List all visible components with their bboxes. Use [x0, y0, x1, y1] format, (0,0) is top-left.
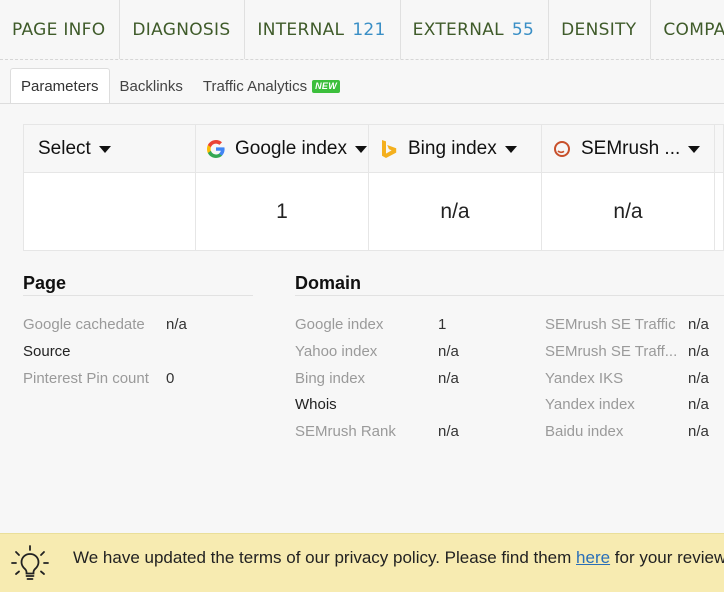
row-label: Yandex IKS: [545, 370, 624, 387]
row-value: 0: [166, 370, 175, 387]
row-label: Yandex index: [545, 396, 635, 413]
subtab-bar: Parameters Backlinks Traffic Analytics N…: [10, 68, 350, 104]
row-label: SEMrush SE Traff...: [545, 343, 678, 360]
tab-label: COMPARE URL: [663, 20, 724, 40]
privacy-text-before: We have updated the terms of our privacy…: [73, 548, 577, 567]
row-value: n/a: [688, 423, 709, 440]
page-section-title: Page: [23, 273, 67, 293]
row-label: Baidu index: [545, 423, 624, 440]
select-value: [24, 173, 196, 250]
tab-internal[interactable]: INTERNAL 121: [245, 0, 401, 59]
google-index-dropdown[interactable]: Google index: [196, 125, 369, 173]
privacy-text-after: for your review: [610, 548, 724, 567]
semrush-icon: [552, 139, 572, 159]
metrics-table: Select Google index Bing index SEMrush .…: [23, 124, 724, 251]
subtab-backlinks[interactable]: Backlinks: [110, 68, 193, 104]
subtab-parameters[interactable]: Parameters: [10, 68, 110, 104]
row-label: Google index: [295, 316, 384, 333]
top-navigation: PAGE INFO DIAGNOSIS INTERNAL 121 EXTERNA…: [0, 0, 724, 60]
tab-page-info[interactable]: PAGE INFO: [0, 0, 121, 59]
bing-index-dropdown[interactable]: Bing index: [369, 125, 542, 173]
tab-compare-url[interactable]: COMPARE URL: [651, 0, 724, 59]
privacy-policy-link[interactable]: here: [576, 548, 610, 567]
google-index-label: Google index: [235, 138, 347, 159]
page-section-divider: [23, 295, 253, 296]
tab-label: DIAGNOSIS: [132, 20, 231, 40]
lightbulb-icon: [10, 544, 50, 584]
semrush-label: SEMrush ...: [581, 138, 681, 159]
tab-diagnosis[interactable]: DIAGNOSIS: [120, 0, 246, 59]
bing-index-label: Bing index: [408, 138, 497, 159]
privacy-notice-text: We have updated the terms of our privacy…: [73, 548, 724, 568]
bing-index-value: n/a: [369, 173, 542, 250]
row-label: Yahoo index: [295, 343, 378, 360]
google-icon: [206, 139, 226, 159]
bing-icon: [379, 139, 399, 159]
privacy-notice-bar: We have updated the terms of our privacy…: [0, 533, 724, 592]
caret-down-icon: [504, 145, 517, 153]
tab-label: INTERNAL: [257, 20, 345, 40]
tab-external[interactable]: EXTERNAL 55: [401, 0, 550, 59]
row-label: SEMrush Rank: [295, 423, 396, 440]
row-value: n/a: [688, 396, 709, 413]
row-value: 1: [438, 316, 447, 333]
tab-density[interactable]: DENSITY: [549, 0, 652, 59]
row-label: Whois: [295, 396, 337, 413]
row-label: SEMrush SE Traffic: [545, 316, 676, 333]
caret-down-icon: [354, 145, 367, 153]
google-index-value: 1: [196, 173, 369, 250]
subtab-label: Traffic Analytics: [202, 77, 308, 95]
row-value: n/a: [438, 370, 459, 387]
metrics-header-row: Select Google index Bing index SEMrush .…: [24, 125, 723, 173]
row-value: n/a: [688, 370, 709, 387]
row-value: n/a: [688, 316, 709, 333]
subtab-label: Parameters: [21, 78, 99, 95]
row-value: n/a: [166, 316, 187, 333]
row-label: Source: [23, 343, 71, 360]
caret-down-icon: [98, 145, 111, 153]
metrics-value-row: 1 n/a n/a: [24, 173, 723, 250]
new-badge: NEW: [312, 79, 340, 93]
row-label: Bing index: [295, 370, 366, 387]
domain-section-divider: [295, 295, 724, 296]
row-value: n/a: [438, 343, 459, 360]
external-count: 55: [511, 20, 535, 40]
tab-label: PAGE INFO: [12, 20, 106, 40]
tab-label: EXTERNAL: [412, 20, 504, 40]
row-value: n/a: [688, 343, 709, 360]
semrush-dropdown[interactable]: SEMrush ...: [542, 125, 715, 173]
tab-label: DENSITY: [561, 20, 637, 40]
subtab-label: Backlinks: [119, 77, 183, 95]
select-label: Select: [38, 138, 91, 159]
caret-down-icon: [688, 145, 701, 153]
domain-section-title: Domain: [295, 273, 362, 293]
row-label: Pinterest Pin count: [23, 370, 149, 387]
internal-count: 121: [352, 20, 386, 40]
subtab-traffic-analytics[interactable]: Traffic Analytics NEW: [193, 68, 350, 104]
row-value: n/a: [438, 423, 459, 440]
select-dropdown[interactable]: Select: [24, 125, 196, 173]
row-label: Google cachedate: [23, 316, 145, 333]
semrush-value: n/a: [542, 173, 715, 250]
